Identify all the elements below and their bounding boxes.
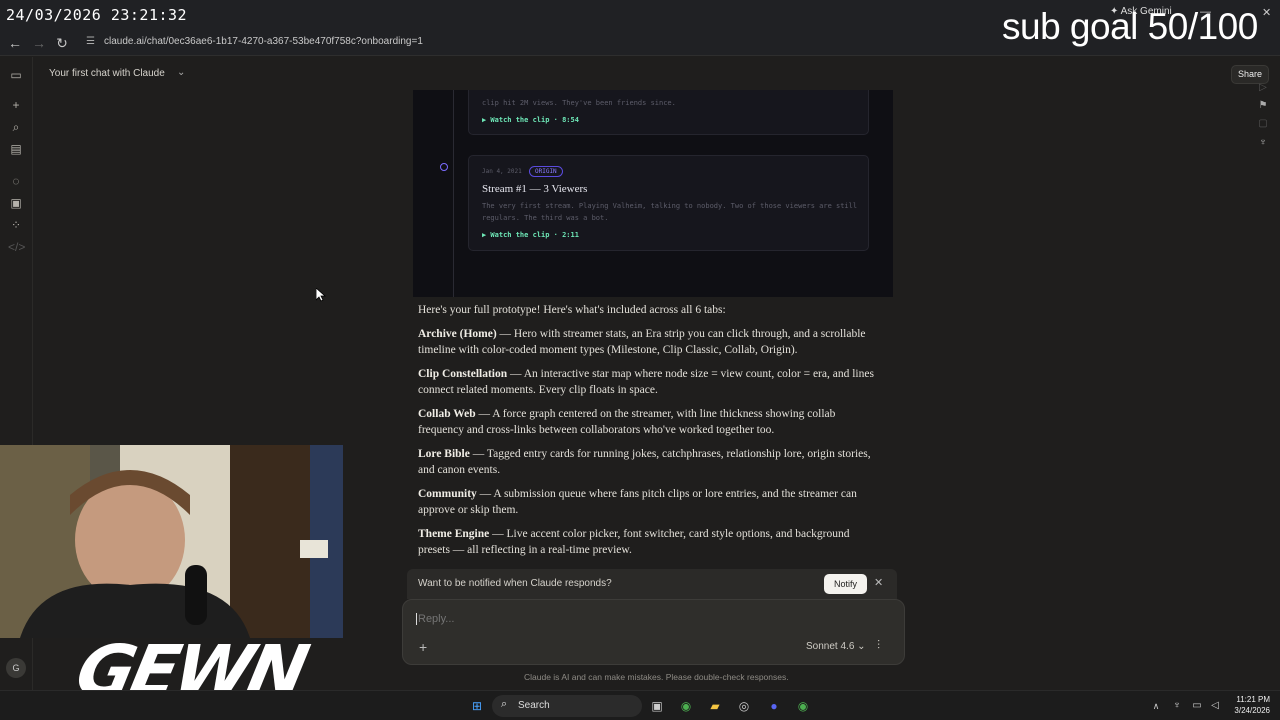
notify-banner: Want to be notified when Claude responds…	[407, 569, 897, 599]
card-description: The very first stream. Playing Valheim, …	[482, 202, 858, 222]
tab-description: Theme Engine — Live accent color picker,…	[418, 526, 878, 558]
chevron-up-icon[interactable]: ∧	[1146, 696, 1166, 716]
bookmark-icon[interactable]: ⚑	[1256, 100, 1270, 114]
reply-box: + Sonnet 4.6 ⌄ ⫶	[402, 599, 905, 665]
reply-input[interactable]	[416, 613, 796, 625]
clock-time: 11:21 PM	[1236, 695, 1270, 704]
timeline-card[interactable]: Jan 4, 2021 ORIGIN Stream #1 — 3 Viewers…	[468, 155, 869, 251]
notify-button[interactable]: Notify	[824, 574, 867, 594]
assistant-message: Here's your full prototype! Here's what'…	[418, 302, 878, 566]
artifact-preview: clip hit 2M views. They've been friends …	[413, 90, 893, 297]
taskbar-search[interactable]: ⌕ Search	[492, 695, 642, 717]
voice-mode-icon[interactable]: ⫶	[877, 638, 880, 653]
card-title: Stream #1 — 3 Viewers	[482, 183, 588, 195]
card-badge: ORIGIN	[529, 166, 563, 177]
obs-icon[interactable]: ◎	[734, 696, 754, 716]
add-attachment-icon[interactable]: +	[419, 639, 427, 655]
comment-icon[interactable]: ▢	[1256, 118, 1270, 132]
tab-name: Collab Web	[418, 408, 476, 420]
chrome-icon[interactable]: ◉	[793, 696, 813, 716]
tab-name: Lore Bible	[418, 448, 470, 460]
tab-text: — A submission queue where fans pitch cl…	[418, 488, 857, 516]
timeline-line	[453, 90, 454, 297]
tab-text: — A force graph centered on the streamer…	[418, 408, 836, 436]
notify-text: Want to be notified when Claude responds…	[418, 578, 612, 589]
task-view-icon[interactable]: ▣	[647, 696, 667, 716]
watch-clip-link[interactable]: ▶ Watch the clip · 2:11	[482, 231, 579, 239]
tab-text: — Tagged entry cards for running jokes, …	[418, 448, 871, 476]
tab-description: Archive (Home) — Hero with streamer stat…	[418, 326, 878, 358]
address-bar[interactable]: claude.ai/chat/0ec36ae6-1b17-4270-a367-5…	[104, 36, 423, 47]
mic-icon[interactable]: ♆	[1167, 696, 1187, 716]
tab-name: Archive (Home)	[418, 328, 497, 340]
timeline-card[interactable]: clip hit 2M views. They've been friends …	[468, 90, 869, 135]
close-icon[interactable]: ✕	[874, 576, 883, 589]
timeline-node-icon	[440, 163, 448, 171]
sidebar-toggle-icon[interactable]: ▭	[8, 67, 24, 83]
tab-description: Lore Bible — Tagged entry cards for runn…	[418, 446, 878, 478]
chrome-icon[interactable]: ◉	[676, 696, 696, 716]
play-icon[interactable]: ▷	[1256, 82, 1270, 96]
mic-icon[interactable]: ♆	[1256, 137, 1270, 151]
disclaimer: Claude is AI and can make mistakes. Plea…	[524, 672, 789, 682]
close-window-icon[interactable]: ✕	[1262, 6, 1271, 19]
tab-name: Community	[418, 488, 477, 500]
message-intro: Here's your full prototype! Here's what'…	[418, 304, 726, 316]
forward-icon[interactable]: →	[30, 34, 48, 52]
chat-title[interactable]: Your first chat with Claude	[49, 68, 165, 79]
taskbar-clock[interactable]: 11:21 PM 3/24/2026	[1228, 694, 1270, 716]
new-chat-icon[interactable]: +	[8, 97, 24, 113]
tab-name: Theme Engine	[418, 528, 490, 540]
taskbar: ⊞ ⌕ Search ▣ ◉ ▰ ◎ ● ◉ ∧ ♆ ▭ ◁ 11:21 PM …	[0, 690, 1280, 720]
taskbar-search-label: Search	[518, 700, 550, 711]
chevron-down-icon[interactable]: ⌄	[177, 67, 185, 78]
model-name: Sonnet 4.6	[806, 641, 855, 652]
mouse-cursor-icon	[316, 288, 326, 302]
watch-clip-link[interactable]: ▶ Watch the clip · 8:54	[482, 116, 579, 124]
search-icon: ⌕	[501, 698, 508, 710]
windows-start-icon[interactable]: ⊞	[467, 696, 487, 716]
card-description: clip hit 2M views. They've been friends …	[482, 99, 676, 107]
sub-goal-overlay: sub goal 50/100	[1002, 6, 1258, 47]
stream-timestamp: 24/03/2026 23:21:32	[6, 6, 188, 24]
tab-name: Clip Constellation	[418, 368, 508, 380]
file-explorer-icon[interactable]: ▰	[705, 696, 725, 716]
discord-icon[interactable]: ●	[764, 696, 784, 716]
volume-icon[interactable]: ◁	[1205, 696, 1225, 716]
clock-date: 3/24/2026	[1234, 706, 1270, 715]
webcam-image	[0, 445, 343, 638]
artifacts-icon[interactable]: ▣	[8, 195, 24, 211]
site-info-icon[interactable]: ☰	[86, 36, 95, 47]
user-avatar[interactable]: G	[6, 658, 26, 678]
model-selector[interactable]: Sonnet 4.6 ⌄	[806, 641, 866, 652]
chevron-down-icon: ⌄	[857, 641, 866, 652]
code-icon[interactable]: </>	[8, 239, 25, 255]
tab-description: Community — A submission queue where fan…	[418, 486, 878, 518]
reload-icon[interactable]: ↻	[53, 34, 71, 52]
tab-description: Clip Constellation — An interactive star…	[418, 366, 878, 398]
webcam-feed	[0, 445, 343, 638]
display-icon[interactable]: ▭	[1187, 696, 1207, 716]
chats-icon[interactable]: ◌	[8, 173, 24, 189]
search-icon[interactable]: ⌕	[8, 119, 24, 135]
projects-icon[interactable]: ▤	[8, 141, 24, 157]
back-icon[interactable]: ←	[6, 34, 24, 52]
tab-description: Collab Web — A force graph centered on t…	[418, 406, 878, 438]
card-date: Jan 4, 2021	[482, 168, 522, 175]
apps-icon[interactable]: ⁘	[8, 217, 24, 233]
